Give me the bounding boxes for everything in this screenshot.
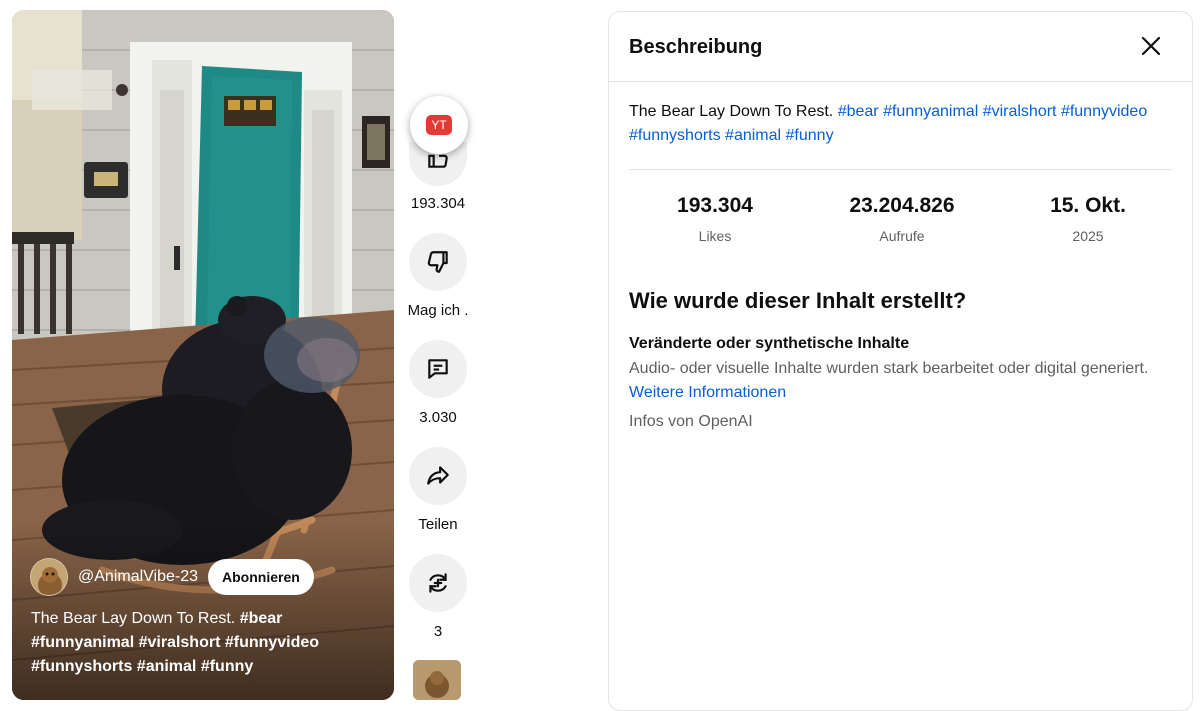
remix-action[interactable]: 3 — [398, 554, 478, 640]
video-caption: The Bear Lay Down To Rest. #bear #funnya… — [31, 607, 371, 679]
remix-icon — [429, 573, 447, 593]
dislike-action[interactable]: Mag ich . — [398, 233, 478, 319]
dislike-label: Mag ich . — [407, 302, 469, 319]
stat-label: Likes — [698, 228, 732, 244]
caption-tag-line-3[interactable]: #funnyshorts #animal #funny — [31, 658, 253, 675]
stat-label: 2025 — [1072, 228, 1104, 244]
yt-badge[interactable]: YT — [410, 96, 468, 154]
altered-content-body: Audio- oder visuelle Inhalte wurden star… — [629, 360, 1149, 377]
like-count: 193.304 — [410, 195, 466, 212]
stat-label: Aufrufe — [879, 228, 925, 244]
how-made-heading: Wie wurde dieser Inhalt erstellt? — [629, 288, 967, 313]
share-action[interactable]: Teilen — [398, 447, 478, 533]
stat-value: 23.204.826 — [849, 194, 955, 217]
yt-badge-label: YT — [426, 115, 452, 135]
caption-title: The Bear Lay Down To Rest. — [31, 610, 236, 627]
description-panel: Beschreibung The Bear Lay Down To Rest. … — [608, 11, 1193, 711]
remix-count: 3 — [433, 623, 443, 640]
channel-row: @AnimalVibe-23 Abonnieren — [30, 558, 314, 596]
close-icon — [1141, 36, 1161, 56]
comment-icon — [428, 359, 448, 379]
action-column: 193.304 YT Mag ich . 3.030 Teilen 3 — [398, 0, 478, 700]
share-icon — [427, 466, 449, 485]
video-player[interactable]: @AnimalVibe-23 Abonnieren The Bear Lay D… — [12, 10, 394, 700]
share-button[interactable] — [409, 447, 467, 505]
description-title: The Bear Lay Down To Rest. — [629, 103, 834, 120]
altered-content-heading: Veränderte oder synthetische Inhalte — [629, 335, 910, 352]
sound-thumbnail[interactable] — [413, 660, 461, 700]
close-button[interactable] — [1138, 34, 1164, 60]
stat-value: 193.304 — [677, 194, 753, 217]
dislike-button[interactable] — [409, 233, 467, 291]
subscribe-button[interactable]: Abonnieren — [208, 559, 314, 595]
comment-button[interactable] — [409, 340, 467, 398]
thumbs-down-icon — [427, 251, 448, 273]
altered-content-text: Audio- oder visuelle Inhalte wurden star… — [629, 357, 1149, 405]
stat-value: 15. Okt. — [1050, 194, 1126, 217]
share-label: Teilen — [418, 516, 458, 533]
caption-tag-line-2[interactable]: #funnyanimal #viralshort #funnyvideo — [31, 634, 319, 651]
description-text: The Bear Lay Down To Rest. #bear #funnya… — [629, 100, 1149, 148]
info-source: Infos von OpenAI — [629, 413, 753, 430]
more-info-link[interactable]: Weitere Informationen — [629, 384, 786, 401]
panel-header: Beschreibung — [609, 12, 1192, 82]
panel-title: Beschreibung — [629, 36, 763, 58]
caption-tag-line-1[interactable]: #bear — [240, 610, 283, 627]
stat-likes: 193.304 Likes — [620, 194, 810, 244]
channel-name[interactable]: @AnimalVibe-23 — [78, 568, 198, 586]
stat-views: 23.204.826 Aufrufe — [807, 194, 997, 244]
divider — [629, 169, 1172, 170]
remix-button[interactable] — [409, 554, 467, 612]
channel-avatar[interactable] — [30, 558, 68, 596]
stat-date: 15. Okt. 2025 — [993, 194, 1183, 244]
comment-count: 3.030 — [419, 409, 457, 426]
comment-action[interactable]: 3.030 — [398, 340, 478, 426]
